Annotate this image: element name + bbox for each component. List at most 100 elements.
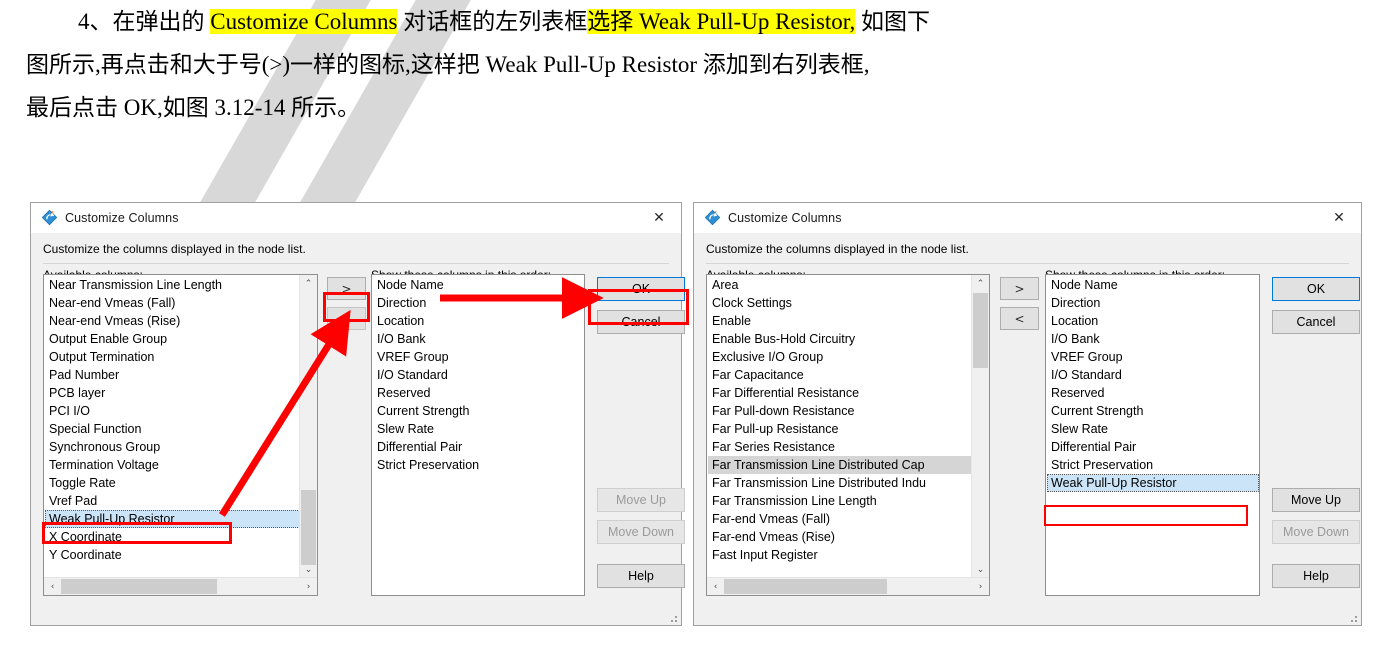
list-item[interactable]: Far Transmission Line Length (708, 492, 972, 510)
hscroll-track[interactable] (61, 578, 300, 595)
list-item[interactable]: Far Capacitance (708, 366, 972, 384)
available-vertical-scrollbar[interactable]: ⌃ ⌄ (299, 275, 317, 578)
add-column-button[interactable]: > (327, 277, 366, 300)
move-down-button[interactable]: Move Down (597, 520, 685, 544)
list-item[interactable]: Vref Pad (45, 492, 300, 510)
list-item[interactable]: Far Transmission Line Distributed Indu (708, 474, 972, 492)
resize-grip[interactable] (1348, 613, 1358, 623)
list-item[interactable]: Far Transmission Line Distributed Cap (708, 456, 972, 474)
list-item[interactable]: Current Strength (1047, 402, 1259, 420)
move-up-button[interactable]: Move Up (1272, 488, 1360, 512)
list-item[interactable]: I/O Standard (1047, 366, 1259, 384)
list-item[interactable]: PCB layer (45, 384, 300, 402)
dialog-titlebar[interactable]: Customize Columns ✕ (31, 203, 681, 233)
list-item[interactable]: Clock Settings (708, 294, 972, 312)
scroll-down-icon[interactable]: ⌄ (300, 561, 317, 578)
list-item[interactable]: Weak Pull-Up Resistor (45, 510, 300, 528)
list-item[interactable]: Far Differential Resistance (708, 384, 972, 402)
list-item[interactable]: Far-end Vmeas (Rise) (708, 528, 972, 546)
list-item[interactable]: Output Termination (45, 348, 300, 366)
cancel-button[interactable]: Cancel (597, 310, 685, 334)
list-item[interactable]: VREF Group (373, 348, 584, 366)
list-item[interactable]: I/O Bank (373, 330, 584, 348)
close-icon[interactable]: ✕ (637, 203, 681, 233)
list-item[interactable]: I/O Bank (1047, 330, 1259, 348)
list-item[interactable]: Enable Bus-Hold Circuitry (708, 330, 972, 348)
list-item[interactable]: Far Series Resistance (708, 438, 972, 456)
list-item[interactable]: Far-end Vmeas (Fall) (708, 510, 972, 528)
list-item[interactable]: Slew Rate (373, 420, 584, 438)
shown-columns-listbox[interactable]: Node Name Direction Location I/O Bank VREF G… (1045, 274, 1260, 596)
resize-grip[interactable] (668, 613, 678, 623)
list-item[interactable]: Near Transmission Line Length (45, 276, 300, 294)
scroll-left-icon[interactable]: ‹ (707, 578, 724, 595)
list-item[interactable]: Slew Rate (1047, 420, 1259, 438)
help-button[interactable]: Help (597, 564, 685, 588)
list-item[interactable]: Special Function (45, 420, 300, 438)
list-item[interactable]: Far Pull-down Resistance (708, 402, 972, 420)
available-columns-list[interactable]: Area Clock Settings Enable Enable Bus-Hold … (707, 275, 972, 595)
list-item[interactable]: Far Pull-up Resistance (708, 420, 972, 438)
list-item[interactable]: Near-end Vmeas (Fall) (45, 294, 300, 312)
list-item[interactable]: Toggle Rate (45, 474, 300, 492)
list-item[interactable]: Enable (708, 312, 972, 330)
list-item[interactable]: Weak Pull-Up Resistor (1047, 474, 1259, 492)
list-item[interactable]: Reserved (1047, 384, 1259, 402)
list-item[interactable]: Reserved (373, 384, 584, 402)
list-item[interactable]: VREF Group (1047, 348, 1259, 366)
list-item[interactable]: Direction (373, 294, 584, 312)
scrollbar-thumb[interactable] (973, 293, 988, 368)
scroll-up-icon[interactable]: ⌃ (972, 275, 989, 292)
available-columns-listbox[interactable]: Area Clock Settings Enable Enable Bus-Hold … (706, 274, 990, 596)
list-item[interactable]: Exclusive I/O Group (708, 348, 972, 366)
ok-button[interactable]: OK (597, 277, 685, 301)
list-item[interactable]: PCI I/O (45, 402, 300, 420)
list-item[interactable]: I/O Standard (373, 366, 584, 384)
scroll-down-icon[interactable]: ⌄ (972, 561, 989, 578)
help-button[interactable]: Help (1272, 564, 1360, 588)
hscrollbar-thumb[interactable] (61, 579, 217, 594)
customize-columns-dialog-right[interactable]: Customize Columns ✕ Customize the column… (693, 202, 1362, 626)
cancel-button[interactable]: Cancel (1272, 310, 1360, 334)
add-column-button[interactable]: > (1000, 277, 1039, 300)
list-item[interactable]: Y Coordinate (45, 546, 300, 564)
list-item[interactable]: Output Enable Group (45, 330, 300, 348)
close-icon[interactable]: ✕ (1317, 203, 1361, 233)
list-item[interactable]: Location (1047, 312, 1259, 330)
available-horizontal-scrollbar[interactable]: ‹ › (707, 577, 989, 595)
ok-button[interactable]: OK (1272, 277, 1360, 301)
remove-column-button[interactable]: < (1000, 307, 1039, 330)
shown-columns-list[interactable]: Node Name Direction Location I/O Bank VREF G… (1046, 275, 1259, 595)
move-up-button[interactable]: Move Up (597, 488, 685, 512)
list-item[interactable]: Strict Preservation (1047, 456, 1259, 474)
list-item[interactable]: Differential Pair (373, 438, 584, 456)
available-columns-listbox[interactable]: Near Transmission Line Length Near-end Vm… (43, 274, 318, 596)
list-item[interactable]: Node Name (373, 276, 584, 294)
list-item[interactable]: Strict Preservation (373, 456, 584, 474)
list-item[interactable]: Current Strength (373, 402, 584, 420)
list-item[interactable]: Direction (1047, 294, 1259, 312)
list-item[interactable]: Termination Voltage (45, 456, 300, 474)
list-item[interactable]: Area (708, 276, 972, 294)
list-item[interactable]: Location (373, 312, 584, 330)
hscrollbar-thumb[interactable] (724, 579, 887, 594)
available-horizontal-scrollbar[interactable]: ‹ › (44, 577, 317, 595)
shown-columns-list[interactable]: Node Name Direction Location I/O Bank VREF G… (372, 275, 584, 595)
list-item[interactable]: X Coordinate (45, 528, 300, 546)
scroll-left-icon[interactable]: ‹ (44, 578, 61, 595)
scroll-up-icon[interactable]: ⌃ (300, 275, 317, 292)
scroll-right-icon[interactable]: › (300, 578, 317, 595)
list-item[interactable]: Synchronous Group (45, 438, 300, 456)
scroll-right-icon[interactable]: › (972, 578, 989, 595)
hscroll-track[interactable] (724, 578, 972, 595)
available-columns-list[interactable]: Near Transmission Line Length Near-end Vm… (44, 275, 300, 595)
available-vertical-scrollbar[interactable]: ⌃ ⌄ (971, 275, 989, 578)
remove-column-button[interactable]: < (327, 307, 366, 330)
list-item[interactable]: Pad Number (45, 366, 300, 384)
move-down-button[interactable]: Move Down (1272, 520, 1360, 544)
list-item[interactable]: Near-end Vmeas (Rise) (45, 312, 300, 330)
list-item[interactable]: Fast Input Register (708, 546, 972, 564)
scrollbar-thumb[interactable] (301, 490, 316, 565)
customize-columns-dialog-left[interactable]: Customize Columns ✕ Customize the column… (30, 202, 685, 626)
dialog-titlebar[interactable]: Customize Columns ✕ (694, 203, 1361, 233)
